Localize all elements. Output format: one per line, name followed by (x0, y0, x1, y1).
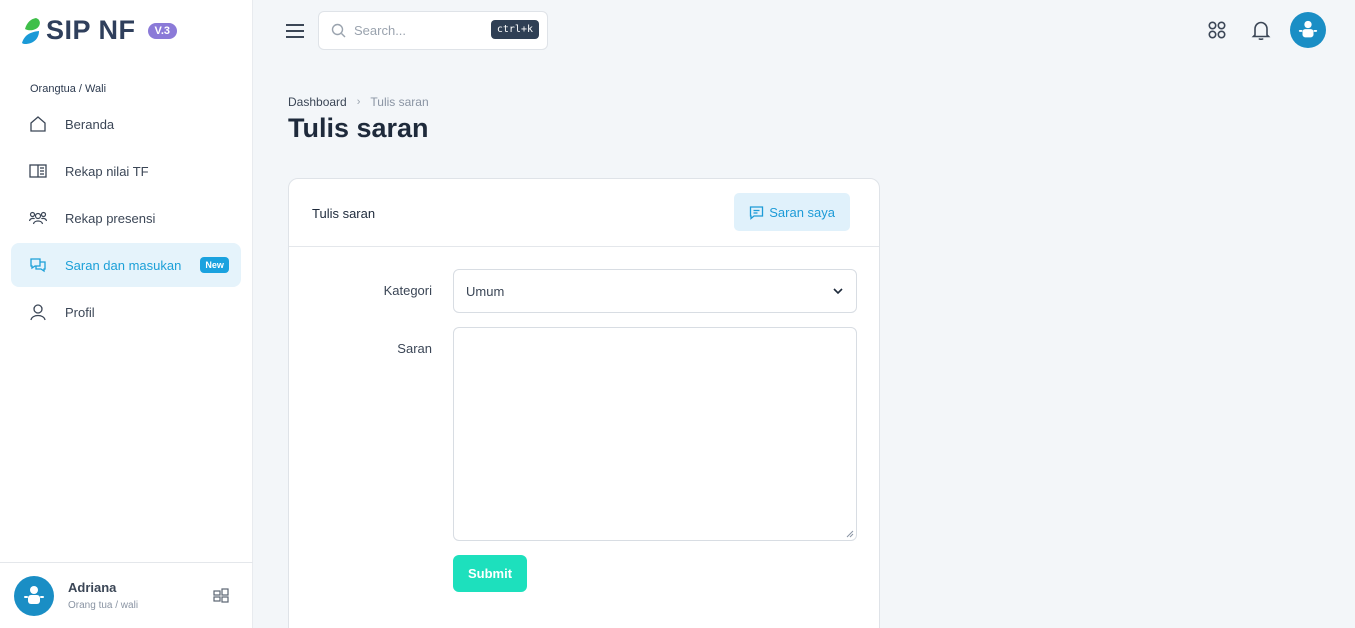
saran-saya-button[interactable]: Saran saya (734, 193, 850, 231)
card-header: Tulis saran Saran saya (289, 179, 879, 247)
sidebar-item-label: Beranda (65, 116, 115, 132)
kategori-selected-value: Umum (466, 283, 505, 299)
hamburger-menu-icon[interactable] (285, 22, 305, 40)
search-icon (331, 23, 346, 38)
user-role: Orang tua / wali (68, 600, 139, 611)
app-logo[interactable]: SIP NF V.3 (22, 15, 178, 46)
search-shortcut: ctrl+k (490, 20, 539, 39)
leaf-logo-icon (22, 17, 40, 44)
breadcrumb: Dashboard › Tulis saran (288, 95, 429, 109)
user-avatar-icon (1298, 20, 1318, 38)
sidebar-user-panel: Adriana Orang tua / wali (0, 562, 253, 628)
avatar[interactable] (1290, 12, 1326, 48)
book-icon (28, 161, 48, 181)
sidebar-item-label: Profil (65, 304, 95, 320)
kategori-label: Kategori (383, 283, 432, 298)
new-badge: New (200, 257, 229, 273)
users-icon (28, 208, 48, 228)
app-name: SIP NF (46, 15, 136, 45)
notification-bell-icon[interactable] (1250, 19, 1272, 41)
switch-layout-icon[interactable] (213, 588, 229, 604)
sidebar-item-saran-dan-masukan[interactable]: Saran dan masukan New (11, 243, 241, 287)
chevron-down-icon (833, 288, 843, 295)
breadcrumb-dashboard[interactable]: Dashboard (288, 95, 347, 109)
user-icon (28, 302, 48, 322)
breadcrumb-current: Tulis saran (370, 95, 429, 109)
search-input[interactable] (354, 23, 484, 38)
card-title: Tulis saran (312, 206, 376, 221)
chat-icon (28, 255, 48, 275)
version-badge: V.3 (147, 22, 178, 39)
apps-icon[interactable] (1207, 20, 1227, 40)
sidebar-item-label: Rekap nilai TF (65, 163, 149, 179)
sidebar: SIP NF V.3 Orangtua / Wali Beranda Rekap… (0, 0, 253, 628)
sidebar-menu: Beranda Rekap nilai TF Rekap presensi Sa… (11, 102, 241, 337)
chevron-right-icon: › (356, 96, 361, 108)
sidebar-user-info: Adriana Orang tua / wali (68, 580, 138, 611)
saran-saya-label: Saran saya (769, 204, 835, 220)
user-avatar-icon (24, 585, 44, 604)
user-name: Adriana (68, 580, 117, 595)
sidebar-item-rekap-nilai[interactable]: Rekap nilai TF (11, 149, 241, 193)
page-title: Tulis saran (288, 113, 429, 143)
sidebar-item-profil[interactable]: Profil (11, 290, 241, 334)
submit-button[interactable]: Submit (453, 555, 527, 592)
sidebar-item-label: Rekap presensi (65, 210, 156, 226)
message-icon (750, 205, 764, 220)
sidebar-item-beranda[interactable]: Beranda (11, 102, 241, 146)
resize-grip-icon[interactable] (846, 530, 854, 538)
saran-textarea[interactable] (453, 327, 857, 541)
sidebar-section-label: Orangtua / Wali (30, 83, 107, 95)
sidebar-item-label: Saran dan masukan (65, 257, 182, 273)
suggestion-form-card: Tulis saran Saran saya Kategori Umum Sar… (288, 178, 880, 628)
search-box[interactable]: ctrl+k (318, 11, 548, 50)
home-icon (28, 114, 48, 134)
kategori-select[interactable]: Umum (453, 269, 857, 313)
saran-label: Saran (397, 341, 432, 356)
sidebar-item-rekap-presensi[interactable]: Rekap presensi (11, 196, 241, 240)
avatar[interactable] (14, 575, 54, 616)
